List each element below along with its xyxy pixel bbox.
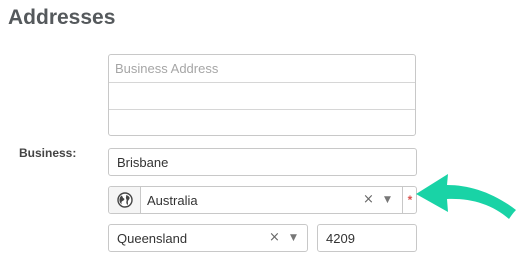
state-value: Queensland xyxy=(117,231,188,246)
addresses-title: Addresses xyxy=(8,6,116,29)
state-chevron-down-icon[interactable]: ▼ xyxy=(290,233,297,243)
business-address-box xyxy=(108,54,416,136)
address-line-2-input[interactable] xyxy=(109,82,415,109)
address-line-3-input[interactable] xyxy=(109,109,415,135)
address-line-1-input[interactable] xyxy=(109,55,415,82)
globe-icon xyxy=(109,187,141,213)
country-chevron-down-icon[interactable]: ▼ xyxy=(384,195,391,205)
pointer-arrow-icon xyxy=(412,168,522,233)
country-clear-icon[interactable]: × xyxy=(363,192,374,207)
state-select[interactable]: Queensland × ▼ xyxy=(108,224,308,252)
country-value: Australia xyxy=(147,193,198,208)
business-label: Business: xyxy=(19,146,77,160)
postcode-input[interactable] xyxy=(317,224,417,252)
country-select[interactable]: Australia × ▼ * xyxy=(108,186,417,214)
city-input[interactable] xyxy=(108,148,417,176)
state-clear-icon[interactable]: × xyxy=(269,230,280,245)
